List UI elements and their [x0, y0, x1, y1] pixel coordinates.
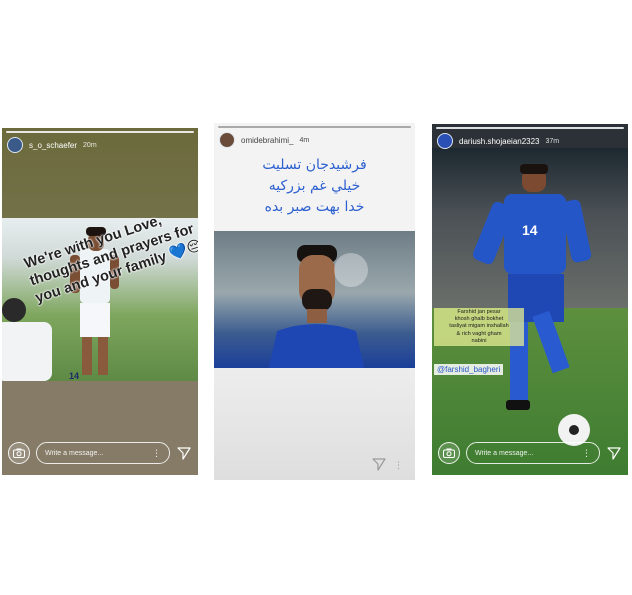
persian-line-2: خیلي غم بزرکیه	[268, 178, 361, 194]
send-icon	[177, 447, 191, 460]
story-header[interactable]: omidebrahimi_ 4m	[219, 131, 309, 149]
camera-button[interactable]	[438, 442, 460, 464]
note-line: Farshid jan pesar	[457, 309, 501, 315]
message-placeholder: Write a message...	[475, 449, 534, 457]
avatar[interactable]	[437, 133, 453, 149]
persian-line-1: فرشیدجان تسلیت	[262, 157, 367, 173]
note-line: nabini	[471, 337, 487, 344]
reply-bar: Write a message... ⋮	[8, 440, 192, 466]
send-button[interactable]	[606, 445, 622, 461]
send-button[interactable]	[371, 456, 387, 472]
jersey-number: 14	[69, 371, 80, 381]
reply-bar: Write a message... ⋮	[438, 440, 622, 466]
note-line: khosh ghalb bokhet	[454, 316, 504, 323]
player-figure	[472, 164, 592, 446]
persian-message: فرشیدجان تسلیت خیلي غم بزرکیه خدا بهت صب…	[214, 155, 415, 218]
camera-button[interactable]	[8, 442, 30, 464]
message-input[interactable]: Write a message... ⋮	[466, 442, 600, 464]
send-button[interactable]	[176, 445, 192, 461]
more-icon[interactable]: ⋮	[394, 460, 403, 471]
story-panel-2: فرشیدجان تسلیت خیلي غم بزرکیه خدا بهت صب…	[214, 123, 415, 480]
story-panel-1: 14 We're with you Love, thoughts and pra…	[2, 128, 198, 475]
avatar[interactable]	[7, 137, 23, 153]
username[interactable]: dariush.shojaeian2323	[459, 137, 540, 146]
camera-icon	[13, 448, 25, 458]
jersey-number: 14	[522, 222, 538, 238]
username[interactable]: omidebrahimi_	[241, 136, 293, 145]
note-line: & rich vaght gham	[456, 330, 502, 337]
story-note: Farshid jan pesar khosh ghalb bokhet tas…	[434, 308, 524, 347]
username[interactable]: s_o_schaefer	[29, 141, 77, 150]
message-placeholder: Write a message...	[45, 449, 104, 457]
bystander-figure	[2, 298, 52, 381]
avatar[interactable]	[219, 132, 235, 148]
camera-icon	[443, 448, 455, 458]
send-icon	[372, 458, 386, 471]
post-time: 4m	[299, 136, 310, 144]
more-icon[interactable]: ⋮	[152, 448, 161, 458]
send-icon	[607, 447, 621, 460]
story-header[interactable]: dariush.shojaeian2323 37m	[437, 132, 559, 150]
story-header[interactable]: s_o_schaefer 20m	[7, 136, 97, 154]
post-time: 37m	[545, 137, 560, 145]
story-progress-bar	[6, 131, 194, 133]
message-input[interactable]: Write a message... ⋮	[36, 442, 170, 464]
story-progress-bar	[436, 127, 624, 129]
post-time: 20m	[83, 141, 97, 149]
persian-line-3: خدا بهت صبر بده	[264, 199, 365, 215]
story-progress-bar	[218, 126, 411, 128]
watermark	[334, 253, 368, 287]
more-icon[interactable]: ⋮	[582, 448, 591, 458]
mention-tag[interactable]: @farshid_bagheri	[434, 364, 504, 375]
note-line: tasliyat migam inshallah	[449, 323, 509, 330]
story-panel-3: 14 Farshid jan pesar khosh ghalb bokhet …	[432, 124, 628, 475]
